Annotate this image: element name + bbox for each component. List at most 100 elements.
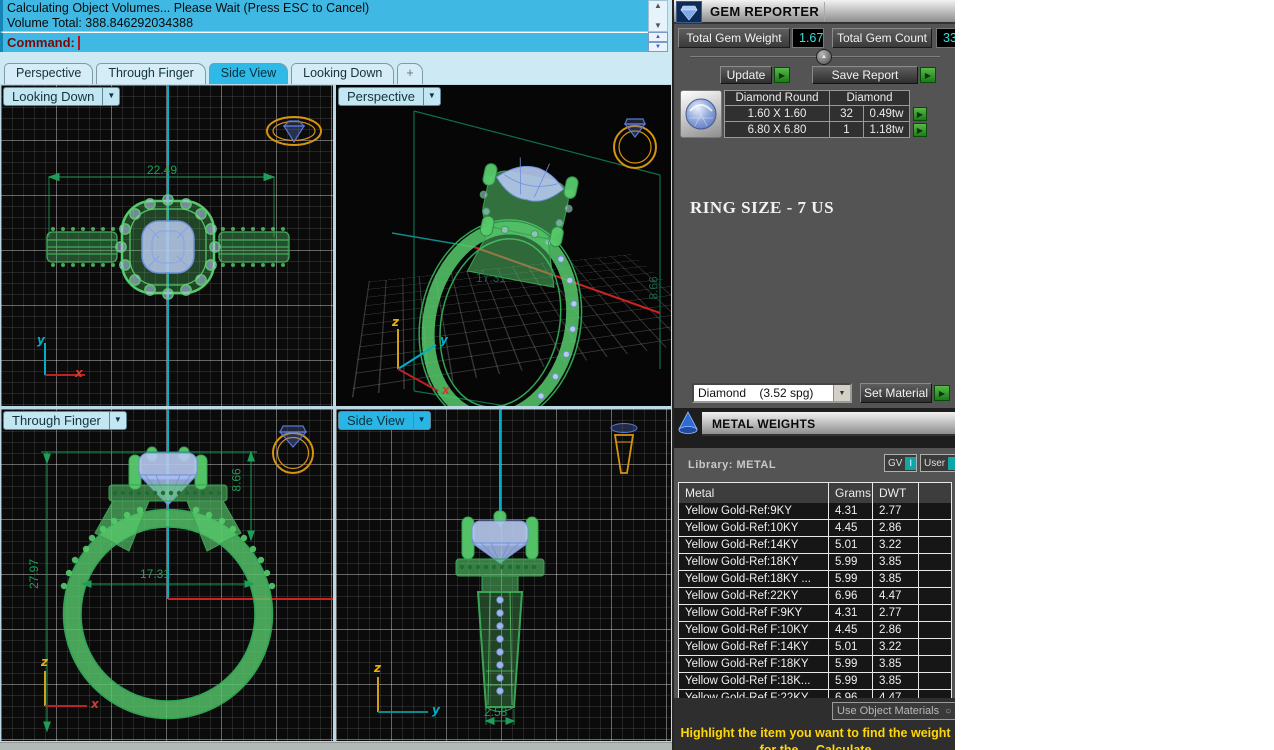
axis-z-label: z (392, 315, 399, 329)
metal-grams: 5.99 (829, 656, 873, 672)
total-gem-weight-label: Total Gem Weight (678, 28, 790, 48)
chevron-down-icon[interactable]: ▼ (423, 88, 440, 105)
metal-grams: 5.99 (829, 673, 873, 689)
dimension-label: 2.58 (484, 705, 507, 719)
table-row[interactable]: Yellow Gold-Ref:22KY6.964.47 (679, 588, 951, 605)
gem-thumbnail[interactable] (680, 90, 722, 138)
play-icon: ▶ (925, 71, 931, 80)
metal-dwt: 3.85 (873, 571, 919, 587)
command-input-row[interactable]: Command: (0, 32, 648, 52)
viewport-label-looking-down[interactable]: Looking Down ▼ (3, 87, 120, 106)
set-material-go-button[interactable]: ▶ (934, 385, 950, 401)
hint-text-line1: Highlight the item you want to find the … (674, 726, 955, 740)
tab-perspective[interactable]: Perspective (4, 63, 93, 84)
gv-toggle[interactable]: GV I (884, 454, 917, 472)
library-label: Library: METAL (688, 459, 776, 471)
gem-row-go-button[interactable]: ▶ (913, 107, 927, 121)
collapse-up-icon: ▲ (821, 54, 827, 60)
viewport-label-through-finger[interactable]: Through Finger ▼ (3, 411, 127, 430)
metal-dwt: 2.86 (873, 520, 919, 536)
metal-grams: 5.99 (829, 554, 873, 570)
chevron-down-icon[interactable]: ▼ (833, 385, 850, 401)
axis-y-label: y (440, 333, 448, 347)
table-row[interactable]: Yellow Gold-Ref:18KY ...5.993.85 (679, 571, 951, 588)
metal-weights-table: Metal Grams DWT Yellow Gold-Ref:9KY4.312… (678, 482, 952, 706)
metal-extra (919, 673, 951, 689)
hint-text-line2: for the ... Calculate (674, 743, 955, 750)
table-row[interactable]: Yellow Gold-Ref:10KY4.452.86 (679, 520, 951, 537)
viewport-side-view[interactable]: Side View ▼ (336, 409, 671, 741)
gem-reporter-header: GEM REPORTER (674, 0, 955, 24)
scroll-down-icon[interactable]: ▼ (654, 21, 662, 31)
table-row[interactable]: Yellow Gold-Ref F:18KY5.993.85 (679, 656, 951, 673)
spinner-up-icon[interactable]: ▲ (648, 32, 668, 42)
update-button[interactable]: Update (720, 66, 772, 84)
gem-size: 6.80 X 6.80 (724, 122, 830, 138)
table-row[interactable]: Yellow Gold-Ref F:14KY5.013.22 (679, 639, 951, 656)
viewport-perspective[interactable]: Perspective ▼ (336, 85, 671, 406)
table-row[interactable]: 6.80 X 6.80 1 1.18tw (724, 122, 910, 138)
viewport-through-finger[interactable]: Through Finger ▼ (1, 409, 333, 741)
play-icon: ▶ (917, 110, 923, 119)
table-row[interactable]: Yellow Gold-Ref F:10KY4.452.86 (679, 622, 951, 639)
metal-dwt: 2.77 (873, 503, 919, 519)
table-row[interactable]: 1.60 X 1.60 32 0.49tw (724, 106, 910, 122)
command-spinner[interactable]: ▲ ▼ (648, 32, 668, 52)
dimension-label: 27.97 (27, 559, 41, 589)
spinner-down-icon[interactable]: ▼ (648, 42, 668, 52)
metal-name: Yellow Gold-Ref:9KY (679, 503, 829, 519)
chevron-down-icon[interactable]: ▼ (109, 412, 126, 429)
gem-type-header: Diamond (830, 90, 910, 106)
viewport-looking-down[interactable]: Looking Down ▼ (1, 85, 333, 406)
chevron-down-icon[interactable]: ▼ (102, 88, 119, 105)
tab-through-finger[interactable]: Through Finger (96, 63, 205, 84)
gem-count: 1 (830, 122, 864, 138)
command-history-line: Calculating Object Volumes... Please Wai… (7, 1, 644, 16)
save-report-go-button[interactable]: ▶ (920, 67, 936, 83)
metal-name: Yellow Gold-Ref:10KY (679, 520, 829, 536)
dimension-label: 8.66 (230, 468, 244, 491)
save-report-button[interactable]: Save Report (812, 66, 918, 84)
command-history-scrollbar[interactable]: ▲ ▼ (648, 0, 668, 32)
material-select[interactable]: Diamond (3.52 spg) ▼ (692, 383, 852, 403)
table-row[interactable]: Yellow Gold-Ref:14KY5.013.22 (679, 537, 951, 554)
tab-looking-down[interactable]: Looking Down (291, 63, 394, 84)
gem-shape-header: Diamond Round (724, 90, 830, 106)
metal-extra (919, 520, 951, 536)
scroll-up-icon[interactable]: ▲ (654, 1, 662, 11)
table-row[interactable]: Yellow Gold-Ref:9KY4.312.77 (679, 503, 951, 520)
command-history-line: Volume Total: 388.846292034388 (7, 16, 644, 31)
axis-gizmo (1, 85, 333, 406)
metal-grams: 5.01 (829, 537, 873, 553)
collapse-handle[interactable]: ▲ (816, 49, 832, 65)
gem-table-header: Diamond Round Diamond (724, 90, 910, 106)
set-material-button[interactable]: Set Material (860, 383, 932, 403)
material-select-value: Diamond (3.52 spg) (694, 386, 833, 400)
table-row[interactable]: Yellow Gold-Ref F:9KY4.312.77 (679, 605, 951, 622)
play-icon: ▶ (779, 71, 785, 80)
app-window: Calculating Object Volumes... Please Wai… (0, 0, 1274, 750)
update-go-button[interactable]: ▶ (774, 67, 790, 83)
total-gem-count-value: 33 (936, 28, 955, 48)
panel-title: GEM REPORTER (710, 4, 819, 19)
chevron-down-icon[interactable]: ▼ (413, 412, 430, 429)
total-gem-weight-value: 1.67 (792, 28, 824, 48)
viewport-label-side-view[interactable]: Side View ▼ (338, 411, 431, 430)
metal-extra (919, 622, 951, 638)
ring-side-view-drawing (336, 409, 671, 741)
command-history[interactable]: Calculating Object Volumes... Please Wai… (0, 0, 648, 32)
use-object-materials-control[interactable]: Use Object Materials ○ (832, 702, 955, 720)
table-row[interactable]: Yellow Gold-Ref F:18K...5.993.85 (679, 673, 951, 690)
gem-reporter-icon (676, 1, 702, 23)
metal-name: Yellow Gold-Ref:22KY (679, 588, 829, 604)
add-tab-button[interactable]: + (397, 63, 422, 84)
metal-name: Yellow Gold-Ref F:9KY (679, 605, 829, 621)
tab-side-view[interactable]: Side View (209, 63, 288, 84)
table-row[interactable]: Yellow Gold-Ref:18KY5.993.85 (679, 554, 951, 571)
viewport-label-perspective[interactable]: Perspective ▼ (338, 87, 441, 106)
viewport-tab-bar: Perspective Through Finger Side View Loo… (0, 52, 672, 84)
metal-extra (919, 605, 951, 621)
metal-column-header: Metal (679, 483, 829, 503)
gem-row-go-button[interactable]: ▶ (913, 123, 927, 137)
user-toggle[interactable]: User (920, 454, 955, 472)
